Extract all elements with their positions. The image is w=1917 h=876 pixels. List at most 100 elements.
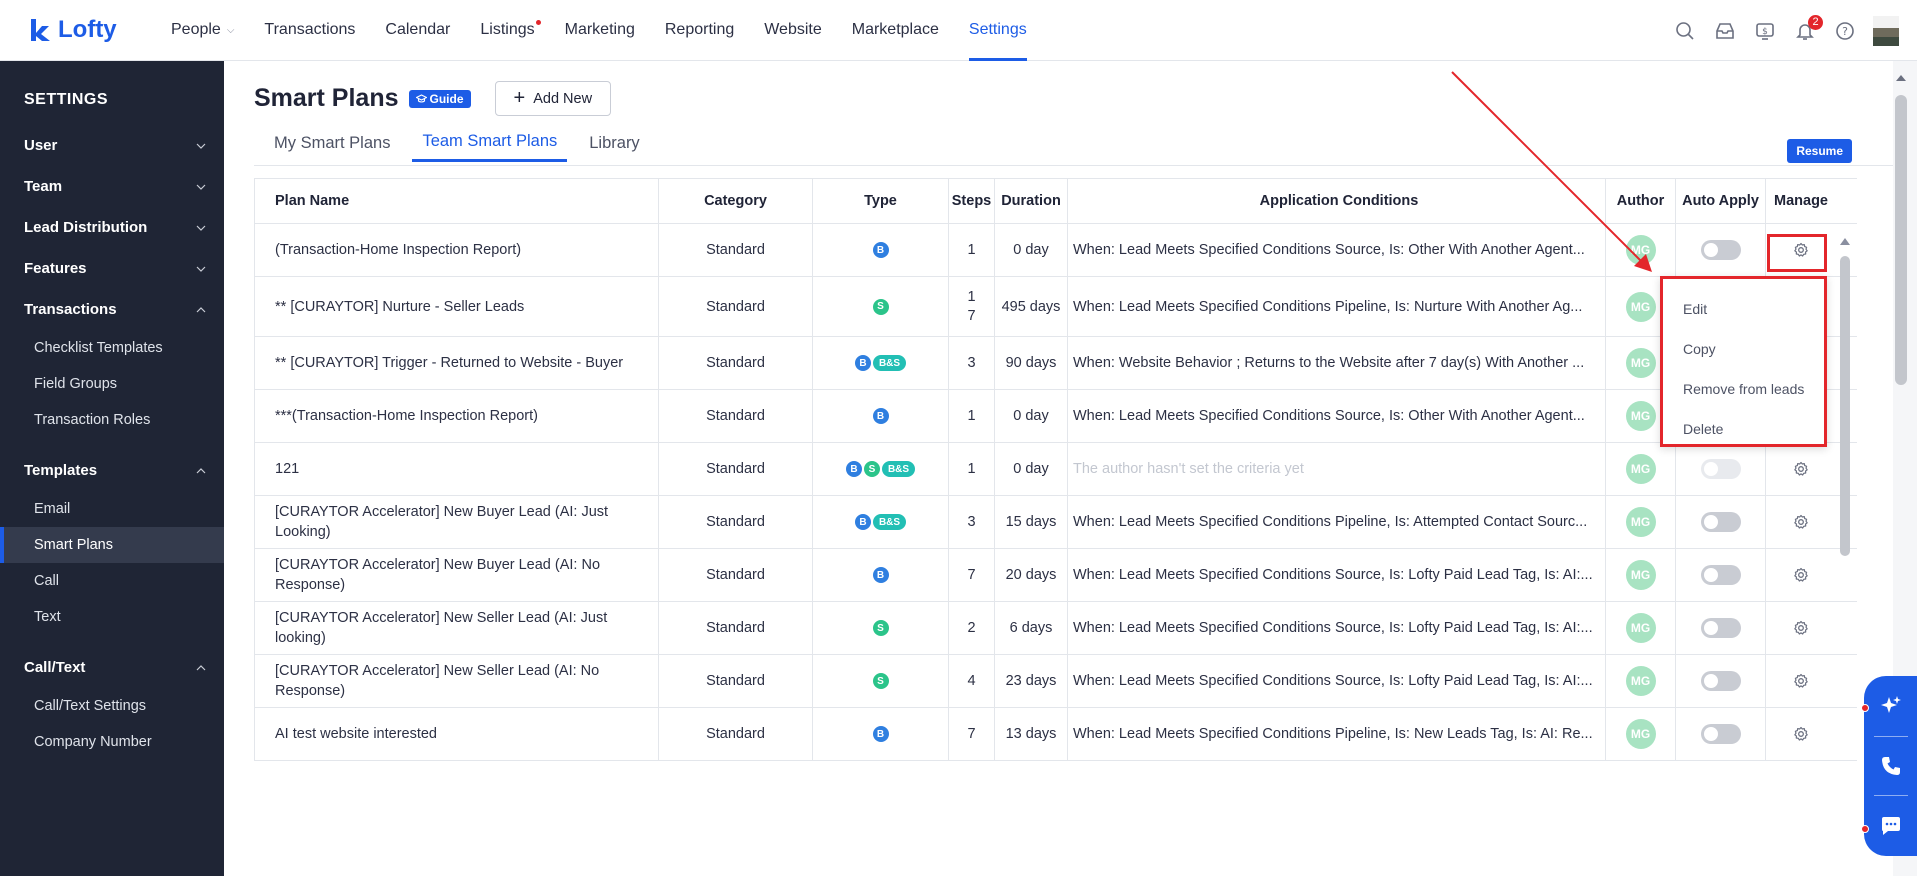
type-cell: B [813,708,949,760]
plan-name-cell[interactable]: [CURAYTOR Accelerator] New Seller Lead (… [255,602,659,654]
gear-icon[interactable] [1793,673,1809,689]
logo[interactable]: Lofty [28,16,156,44]
table-row[interactable]: [CURAYTOR Accelerator] New Seller Lead (… [255,655,1857,708]
sidebar-group-templates[interactable]: Templates [0,450,224,491]
billing-icon[interactable]: $ [1745,11,1785,51]
header-plan-name[interactable]: Plan Name [255,179,659,223]
gear-icon[interactable] [1793,461,1809,477]
nav-item-marketing[interactable]: Marketing [550,0,650,61]
nav-item-transactions[interactable]: Transactions [249,0,370,61]
nav-item-settings[interactable]: Settings [954,0,1042,61]
bell-icon[interactable]: 2 [1785,11,1825,51]
plan-name-cell[interactable]: ***(Transaction-Home Inspection Report) [255,390,659,442]
table-row[interactable]: (Transaction-Home Inspection Report) Stan… [255,224,1857,277]
gear-icon[interactable] [1793,514,1809,530]
auto-apply-toggle[interactable] [1700,565,1741,585]
nav-item-marketplace[interactable]: Marketplace [837,0,954,61]
sidebar-group-lead-distribution[interactable]: Lead Distribution [0,207,224,248]
add-new-button[interactable]: + Add New [494,81,612,116]
sidebar-group-features[interactable]: Features [0,248,224,289]
steps-value: 1 [967,460,976,477]
sparkle-icon[interactable] [1880,695,1902,717]
nav-item-calendar[interactable]: Calendar [370,0,465,61]
scroll-up-icon[interactable] [1839,236,1851,246]
guide-button[interactable]: Guide [408,89,471,108]
scroll-up-icon[interactable] [1893,73,1909,83]
type-badge: S [872,298,889,315]
sidebar-item-text[interactable]: Text [0,599,224,635]
table-scroll-thumb[interactable] [1840,256,1850,556]
plan-name-cell[interactable]: (Transaction-Home Inspection Report) [255,224,659,276]
manage-cell [1766,549,1836,601]
phone-icon[interactable] [1880,755,1902,777]
table-row[interactable]: ***(Transaction-Home Inspection Report) S… [255,390,1857,443]
search-icon[interactable] [1665,11,1705,51]
menu-item-edit[interactable]: Edit [1663,289,1824,329]
sidebar-item-company-number[interactable]: Company Number [0,724,224,760]
sidebar-item-call-text-settings[interactable]: Call/Text Settings [0,688,224,724]
sidebar-group-team[interactable]: Team [0,166,224,207]
plan-name-cell[interactable]: 121 [255,443,659,495]
menu-item-delete[interactable]: Delete [1663,409,1824,449]
auto-apply-toggle[interactable] [1700,724,1741,744]
plan-name-cell[interactable]: AI test website interested [255,708,659,760]
plan-name-cell[interactable]: ** [CURAYTOR] Trigger - Returned to Webs… [255,337,659,389]
nav-item-website[interactable]: Website [749,0,837,61]
nav-item-listings[interactable]: Listings [465,0,549,61]
plan-name-cell[interactable]: [CURAYTOR Accelerator] New Buyer Lead (A… [255,549,659,601]
tab-team-smart-plans[interactable]: Team Smart Plans [412,124,568,162]
header-author[interactable]: Author [1606,179,1676,223]
tab-library[interactable]: Library [579,124,649,162]
header-type[interactable]: Type [813,179,949,223]
resume-button[interactable]: Resume [1787,139,1852,163]
sidebar-item-field-groups[interactable]: Field Groups [0,366,224,402]
table-row[interactable]: [CURAYTOR Accelerator] New Buyer Lead (A… [255,549,1857,602]
table-row[interactable]: 121 Standard B S B&S 1 0 day The author hasn't … [255,443,1857,496]
sidebar-item-transaction-roles[interactable]: Transaction Roles [0,402,224,438]
plan-name-cell[interactable]: [CURAYTOR Accelerator] New Seller Lead (… [255,655,659,707]
header-steps[interactable]: Steps [949,179,995,223]
menu-item-copy[interactable]: Copy [1663,329,1824,369]
sidebar-group-transactions[interactable]: Transactions [0,289,224,330]
gear-icon[interactable] [1793,726,1809,742]
auto-apply-toggle[interactable] [1700,618,1741,638]
user-avatar[interactable] [1873,15,1899,46]
nav-item-reporting[interactable]: Reporting [650,0,749,61]
table-row[interactable]: AI test website interested Standard B 7 13 d… [255,708,1857,761]
auto-apply-toggle[interactable] [1700,671,1741,691]
chevron-down-icon: ⌵ [226,24,235,36]
auto-apply-toggle[interactable] [1700,240,1741,260]
sidebar-group-label: Transactions [24,301,117,318]
nav-item-label: People [171,21,221,38]
menu-item-remove-from-leads[interactable]: Remove from leads [1663,369,1824,409]
gear-icon[interactable] [1793,567,1809,583]
sidebar-group-user[interactable]: User [0,125,224,166]
header-conditions[interactable]: Application Conditions [1068,179,1606,223]
help-icon[interactable]: ? [1825,11,1865,51]
sidebar-group-label: User [24,137,58,154]
plan-name-cell[interactable]: ** [CURAYTOR] Nurture - Seller Leads [255,277,659,336]
inbox-icon[interactable] [1705,11,1745,51]
sidebar-group-call-text[interactable]: Call/Text [0,647,224,688]
table-row[interactable]: [CURAYTOR Accelerator] New Buyer Lead (A… [255,496,1857,549]
table-scrollbar[interactable] [1840,236,1852,876]
table-row[interactable]: ** [CURAYTOR] Nurture - Seller Leads Stan… [255,277,1857,337]
table-row[interactable]: [CURAYTOR Accelerator] New Seller Lead (… [255,602,1857,655]
header-duration[interactable]: Duration [995,179,1068,223]
sidebar-item-smart-plans[interactable]: Smart Plans [0,527,224,563]
chat-icon[interactable] [1880,815,1902,837]
header-manage[interactable]: Manage [1766,179,1836,223]
header-auto-apply[interactable]: Auto Apply [1676,179,1766,223]
gear-icon[interactable] [1793,620,1809,636]
sidebar-item-checklist-templates[interactable]: Checklist Templates [0,330,224,366]
auto-apply-toggle[interactable] [1700,512,1741,532]
sidebar-item-call[interactable]: Call [0,563,224,599]
table-row[interactable]: ** [CURAYTOR] Trigger - Returned to Webs… [255,337,1857,390]
tab-my-smart-plans[interactable]: My Smart Plans [264,124,400,162]
sidebar-item-email[interactable]: Email [0,491,224,527]
nav-item-people[interactable]: People ⌵ [156,0,249,61]
page-scroll-thumb[interactable] [1895,95,1907,385]
plan-name-cell[interactable]: [CURAYTOR Accelerator] New Buyer Lead (A… [255,496,659,548]
header-category[interactable]: Category [659,179,813,223]
conditions-text: When: Lead Meets Specified Conditions Pi… [1073,514,1588,530]
